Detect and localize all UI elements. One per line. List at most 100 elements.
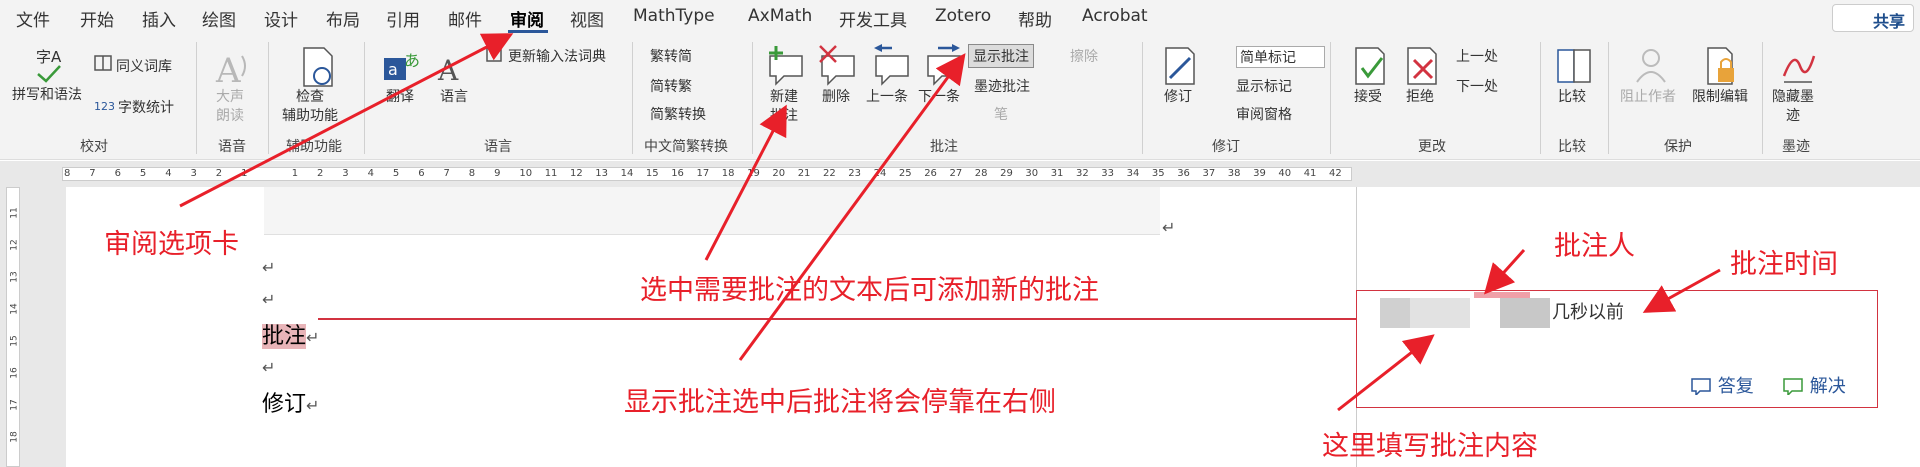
commenter-name-2 — [1500, 298, 1550, 328]
ink-group-title: 墨迹 — [1782, 139, 1810, 155]
accept-button[interactable]: 接受 — [1354, 88, 1382, 107]
review-pane-button[interactable]: 审阅窗格 — [1236, 104, 1292, 124]
accept-icon — [1355, 47, 1385, 85]
update-ime-button[interactable]: 更新输入法词典 — [508, 46, 606, 66]
simple-markup-dropdown[interactable]: 简单标记 — [1236, 46, 1325, 68]
simp-to-trad-button[interactable]: 简转繁 — [650, 76, 692, 96]
v-ruler-number: 11 — [9, 207, 20, 219]
menu-developer[interactable]: 开发工具 — [839, 6, 907, 31]
menu-axmath[interactable]: AxMath — [748, 6, 812, 26]
svg-text:あ: あ — [404, 51, 420, 70]
ruler-number: 7 — [443, 168, 450, 179]
show-markup-button[interactable]: 显示标记 — [1236, 76, 1292, 96]
menu-help[interactable]: 帮助 — [1018, 6, 1052, 31]
ruler-number: 16 — [671, 168, 684, 179]
v-ruler-number: 17 — [9, 399, 20, 411]
track-changes-button[interactable]: 修订 — [1164, 88, 1192, 107]
delete-comment-button[interactable]: 删除 — [822, 88, 850, 107]
trad-to-simp-button[interactable]: 繁转简 — [650, 46, 692, 66]
block-authors-icon — [1636, 49, 1666, 83]
speech-group-title: 语音 — [218, 139, 246, 155]
menu-draw[interactable]: 绘图 — [202, 6, 236, 31]
resolve-button[interactable]: 解决 — [1782, 372, 1846, 398]
hide-ink-label-2: 迹 — [1786, 108, 1800, 124]
language-button[interactable]: 语言 — [440, 88, 468, 107]
next-change-button[interactable]: 下一处 — [1456, 76, 1498, 96]
compare-button[interactable]: 比较 — [1558, 88, 1586, 107]
new-comment-button[interactable]: 新建 批注 — [770, 88, 798, 126]
ruler-number: 36 — [1177, 168, 1190, 179]
v-ruler-number: 15 — [9, 335, 20, 347]
reply-icon — [1691, 378, 1711, 397]
menu-mailings[interactable]: 邮件 — [448, 6, 482, 31]
group-separator — [364, 42, 365, 154]
ruler-number: 2 — [317, 168, 324, 179]
embedded-ribbon-screenshot — [264, 187, 1160, 235]
word-count-button[interactable]: 字数统计 — [118, 97, 174, 117]
prev-comment-button[interactable]: 上一条 — [866, 88, 908, 107]
v-ruler-number: 13 — [9, 271, 20, 283]
convert-button[interactable]: 简繁转换 — [650, 104, 706, 124]
pen-button: 笔 — [994, 107, 1008, 123]
menu-design[interactable]: 设计 — [264, 6, 298, 31]
ruler-number: 2 — [215, 168, 223, 179]
menu-insert[interactable]: 插入 — [142, 6, 176, 31]
next-comment-button[interactable]: 下一条 — [918, 88, 960, 107]
ruler-number: 30 — [1025, 168, 1039, 179]
ruler-number: 29 — [1000, 168, 1013, 179]
group-separator — [752, 42, 753, 154]
ruler-number: 28 — [974, 168, 988, 179]
ruler-number: 37 — [1202, 168, 1216, 179]
compare-group-title: 比较 — [1558, 139, 1586, 155]
ruler-number: 4 — [367, 168, 374, 179]
thesaurus-button[interactable]: 同义词库 — [116, 56, 172, 76]
reject-button[interactable]: 拒绝 — [1406, 88, 1434, 107]
erase-button: 擦除 — [1070, 49, 1098, 65]
translate-icon: aあ — [384, 51, 420, 80]
menu-file[interactable]: 文件 — [16, 6, 50, 31]
hide-ink-button[interactable]: 隐藏墨迹 — [1772, 88, 1814, 126]
spell-grammar-button[interactable]: 拼写和语法 — [12, 86, 82, 105]
menu-review[interactable]: 审阅 — [510, 6, 544, 31]
menu-references[interactable]: 引用 — [386, 6, 420, 31]
menu-layout[interactable]: 布局 — [326, 6, 360, 31]
menu-zotero[interactable]: Zotero — [935, 6, 991, 26]
svg-text:a: a — [388, 60, 398, 79]
restrict-editing-button[interactable]: 限制编辑 — [1692, 88, 1748, 107]
paragraph-mark: ↵ — [306, 396, 320, 415]
menu-view[interactable]: 视图 — [570, 6, 604, 31]
ruler-number: 1 — [291, 168, 299, 179]
ink-comment-button[interactable]: 墨迹批注 — [974, 76, 1030, 96]
show-comments-button[interactable]: 显示批注 — [968, 44, 1034, 68]
ruler-number: 9 — [494, 168, 501, 179]
resolve-icon — [1783, 378, 1803, 397]
ruler-number: 25 — [898, 168, 912, 179]
accessibility-check-icon — [303, 47, 333, 87]
prev-change-button[interactable]: 上一处 — [1456, 46, 1498, 66]
commented-text[interactable]: 批注 — [262, 324, 307, 349]
share-button[interactable]: 共享 — [1832, 4, 1914, 32]
group-separator — [196, 42, 197, 154]
menu-acrobat[interactable]: Acrobat — [1082, 6, 1148, 26]
annotation-select-text: 选中需要批注的文本后可添加新的批注 — [640, 275, 1099, 306]
doc-line-comment[interactable]: 批注↵ — [262, 318, 319, 350]
svg-text:A: A — [215, 51, 241, 90]
ruler-number: 8 — [64, 168, 71, 179]
ruler-number: 26 — [924, 168, 937, 179]
ruler-number: 7 — [89, 168, 96, 179]
ruler-number: 42 — [1329, 168, 1342, 179]
vertical-ruler[interactable] — [0, 187, 26, 467]
ruler-number: 1 — [241, 168, 248, 179]
ruler-number: 23 — [848, 168, 862, 179]
v-ruler-number: 12 — [9, 239, 20, 251]
menu-mathtype[interactable]: MathType — [633, 6, 715, 26]
annotation-show-comments: 显示批注选中后批注将会停靠在右侧 — [624, 387, 1056, 418]
menu-home[interactable]: 开始 — [80, 6, 114, 31]
accessibility-check-button[interactable]: 检查 辅助功能 — [282, 88, 338, 126]
translate-button[interactable]: 翻译 — [386, 88, 414, 107]
doc-line-revision[interactable]: 修订↵ — [262, 386, 319, 418]
reply-button[interactable]: 答复 — [1690, 372, 1754, 398]
protect-group-title: 保护 — [1664, 139, 1692, 155]
ruler-number: 35 — [1151, 168, 1165, 179]
read-aloud-button: 大声 朗读 — [216, 88, 244, 126]
